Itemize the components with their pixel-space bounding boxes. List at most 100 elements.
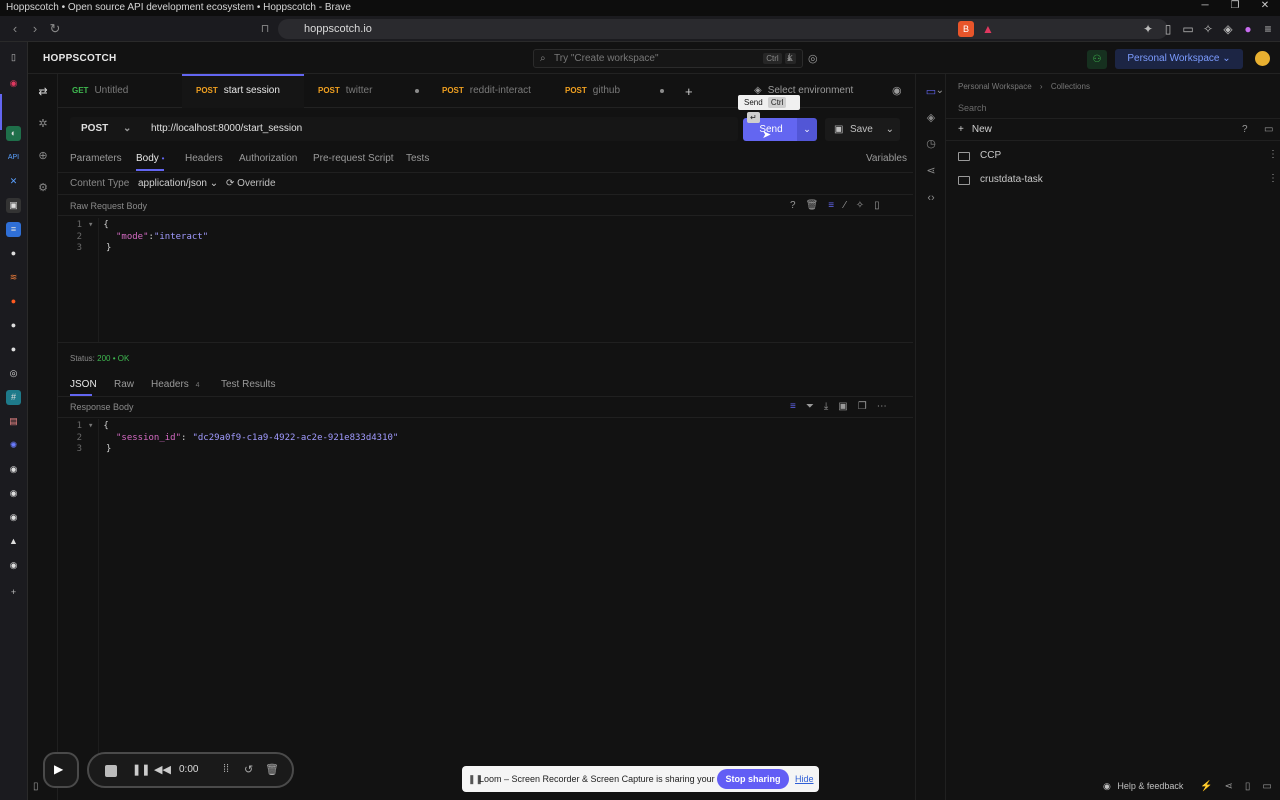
sidebar-item-butterfly-icon[interactable]: ✕ — [6, 174, 21, 189]
rewind-icon[interactable]: ◀◀ — [154, 763, 171, 776]
collections-search-input[interactable]: Search — [958, 103, 987, 113]
sidebar-add-icon[interactable]: + — [6, 585, 21, 600]
response-body-viewer[interactable]: 1 ▾{ 2 "session_id": "dc29a0f9-c1a9-4922-ac… — [70, 421, 399, 456]
grid-dots-icon[interactable]: ⁞⁞ — [223, 763, 229, 775]
tab-json[interactable]: JSON — [70, 379, 97, 390]
sidebar-item-github-2-icon[interactable]: ● — [6, 318, 21, 333]
collection-item[interactable]: CCP ⋮ — [958, 149, 1278, 167]
collections-icon[interactable]: ▭ — [925, 86, 937, 98]
sidebar-item-app-icon[interactable]: ▣ — [6, 198, 21, 213]
sidebar-item-chrome-icon[interactable]: ◉ — [6, 462, 21, 477]
stop-sharing-button[interactable]: Stop sharing — [717, 769, 789, 789]
lightning-icon[interactable]: ⚡ — [1200, 781, 1212, 792]
restart-icon[interactable]: ↺ — [244, 763, 253, 776]
avatar[interactable] — [1255, 51, 1270, 66]
tab-raw[interactable]: Raw — [114, 379, 134, 390]
collection-item[interactable]: crustdata-task ⋮ — [958, 173, 1278, 191]
history-icon[interactable]: ◷ — [925, 138, 937, 150]
add-tab-icon[interactable]: + — [685, 84, 693, 99]
brave-rewards-icon[interactable]: ▲ — [980, 21, 996, 37]
sidebar-item-brave-icon[interactable]: ◉ — [6, 76, 21, 91]
sidebar-item-github-icon[interactable]: ● — [6, 246, 21, 261]
download-icon[interactable]: ⤓ — [824, 401, 828, 412]
back-icon[interactable]: ‹ — [6, 20, 24, 38]
tab-body[interactable]: Body • — [136, 153, 164, 164]
sidebar-item-triangle-icon[interactable]: ▲ — [6, 534, 21, 549]
share-icon[interactable]: ⋖ — [1224, 781, 1232, 792]
fold-icon[interactable]: ▾ — [88, 421, 93, 433]
realtime-icon[interactable]: ⊕ — [37, 150, 49, 162]
hide-button[interactable]: Hide — [795, 766, 814, 792]
profile-icon[interactable]: ● — [1240, 21, 1256, 37]
sidebar-item-stack-icon[interactable]: ≋ — [6, 270, 21, 285]
tab-authorization[interactable]: Authorization — [239, 153, 297, 164]
layout-icon[interactable]: ▯ — [1245, 781, 1251, 792]
reload-icon[interactable]: ↻ — [46, 20, 64, 38]
help-icon[interactable]: ◎ — [808, 52, 818, 65]
more-vertical-icon[interactable]: ⋮ — [1268, 173, 1278, 184]
minimize-icon[interactable]: ─ — [1190, 0, 1220, 16]
tab-untitled[interactable]: GET Untitled — [58, 74, 182, 108]
sidebar-item-image-icon[interactable]: ▤ — [6, 414, 21, 429]
sidebar-item-grid-icon[interactable]: # — [6, 390, 21, 405]
sidebar-panel-icon[interactable]: ▯ — [6, 50, 21, 65]
method-select[interactable]: POST ⌄ — [70, 117, 138, 141]
maximize-icon[interactable]: ❐ — [1220, 0, 1250, 16]
file-icon[interactable]: ▯ — [874, 200, 880, 211]
save-button[interactable]: ▣ Save ⌄ — [825, 118, 900, 141]
filter-icon[interactable]: ⏷ — [806, 401, 814, 412]
sidebar-collapse-icon[interactable]: ▯ — [33, 781, 39, 792]
send-options-button[interactable]: ⌄ — [797, 118, 817, 141]
address-bar[interactable]: hoppscotch.io — [278, 19, 1168, 39]
help-feedback-link[interactable]: Help & feedback — [1117, 781, 1183, 791]
download-icon[interactable]: ⤓ — [787, 52, 792, 65]
sidebar-item-docs-icon[interactable]: ≡ — [6, 222, 21, 237]
sidebar-toggle-icon[interactable]: ▯ — [1160, 21, 1176, 37]
trash-icon[interactable]: 🗑 — [806, 200, 819, 211]
sidebar-item-gear-icon[interactable]: ✺ — [6, 438, 21, 453]
sidebar-item-circle-icon[interactable]: ◎ — [6, 366, 21, 381]
code-icon[interactable]: ‹› — [925, 192, 937, 204]
leo-icon[interactable]: ✧ — [1200, 21, 1216, 37]
pause-icon[interactable]: ❚❚ — [132, 763, 150, 776]
sidebar-item-chrome-2-icon[interactable]: ◉ — [6, 486, 21, 501]
content-type-select[interactable]: application/json ⌄ — [138, 178, 218, 189]
forward-icon[interactable]: › — [26, 20, 44, 38]
app-logo[interactable]: HOPPSCOTCH — [43, 53, 117, 64]
tab-headers[interactable]: Headers — [185, 153, 223, 164]
sidebar-item-chrome-3-icon[interactable]: ◉ — [6, 510, 21, 525]
magic-wand-icon[interactable]: ⁄ — [844, 200, 846, 211]
more-icon[interactable]: ⋯ — [877, 401, 887, 412]
share-icon[interactable]: ⋖ — [925, 165, 937, 177]
more-vertical-icon[interactable]: ⋮ — [1268, 149, 1278, 160]
close-icon[interactable]: ✕ — [1250, 0, 1280, 16]
columns-icon[interactable]: ▭ — [1262, 781, 1271, 792]
bookmark-icon[interactable]: ⊓ — [256, 20, 274, 38]
tab-pre-request-script[interactable]: Pre-request Script — [313, 153, 394, 164]
override-button[interactable]: ⟳ Override — [226, 178, 276, 189]
settings-icon[interactable]: ⚙ — [37, 182, 49, 194]
tab-github[interactable]: POST github — [551, 74, 675, 108]
wallet-icon[interactable]: ▭ — [1180, 21, 1196, 37]
loom-camera-button[interactable]: ▶ — [43, 752, 79, 788]
tab-tests[interactable]: Tests — [406, 153, 429, 164]
rest-icon[interactable]: ⇄ — [37, 86, 49, 98]
tab-start-session[interactable]: POST start session — [182, 74, 304, 108]
tab-twitter[interactable]: POST twitter — [304, 74, 428, 108]
extensions-icon[interactable]: ✦ — [1140, 21, 1156, 37]
environments-icon[interactable]: ◈ — [925, 112, 937, 124]
tab-test-results[interactable]: Test Results — [221, 379, 275, 390]
eye-icon[interactable]: ◉ — [892, 84, 902, 97]
url-input[interactable]: http://localhost:8000/start_session — [151, 117, 302, 141]
wrap-lines-icon[interactable]: ≡ — [790, 401, 796, 412]
vpn-icon[interactable]: ◈ — [1220, 21, 1236, 37]
delete-icon[interactable]: 🗑 — [265, 763, 279, 776]
help-icon[interactable]: ? — [790, 200, 796, 211]
tab-variables[interactable]: Variables — [866, 153, 907, 164]
tab-reddit-interact[interactable]: POST reddit-interact — [428, 74, 552, 108]
wrap-lines-icon[interactable]: ≡ — [828, 200, 834, 211]
sidebar-item-hoppscotch-icon[interactable]: ◐ — [6, 126, 21, 141]
request-body-editor[interactable]: 1 ▾{ 2 "mode": "interact" 3} — [70, 220, 209, 255]
new-collection-button[interactable]: + New — [958, 124, 992, 135]
tab-response-headers[interactable]: Headers 4 — [151, 379, 200, 390]
